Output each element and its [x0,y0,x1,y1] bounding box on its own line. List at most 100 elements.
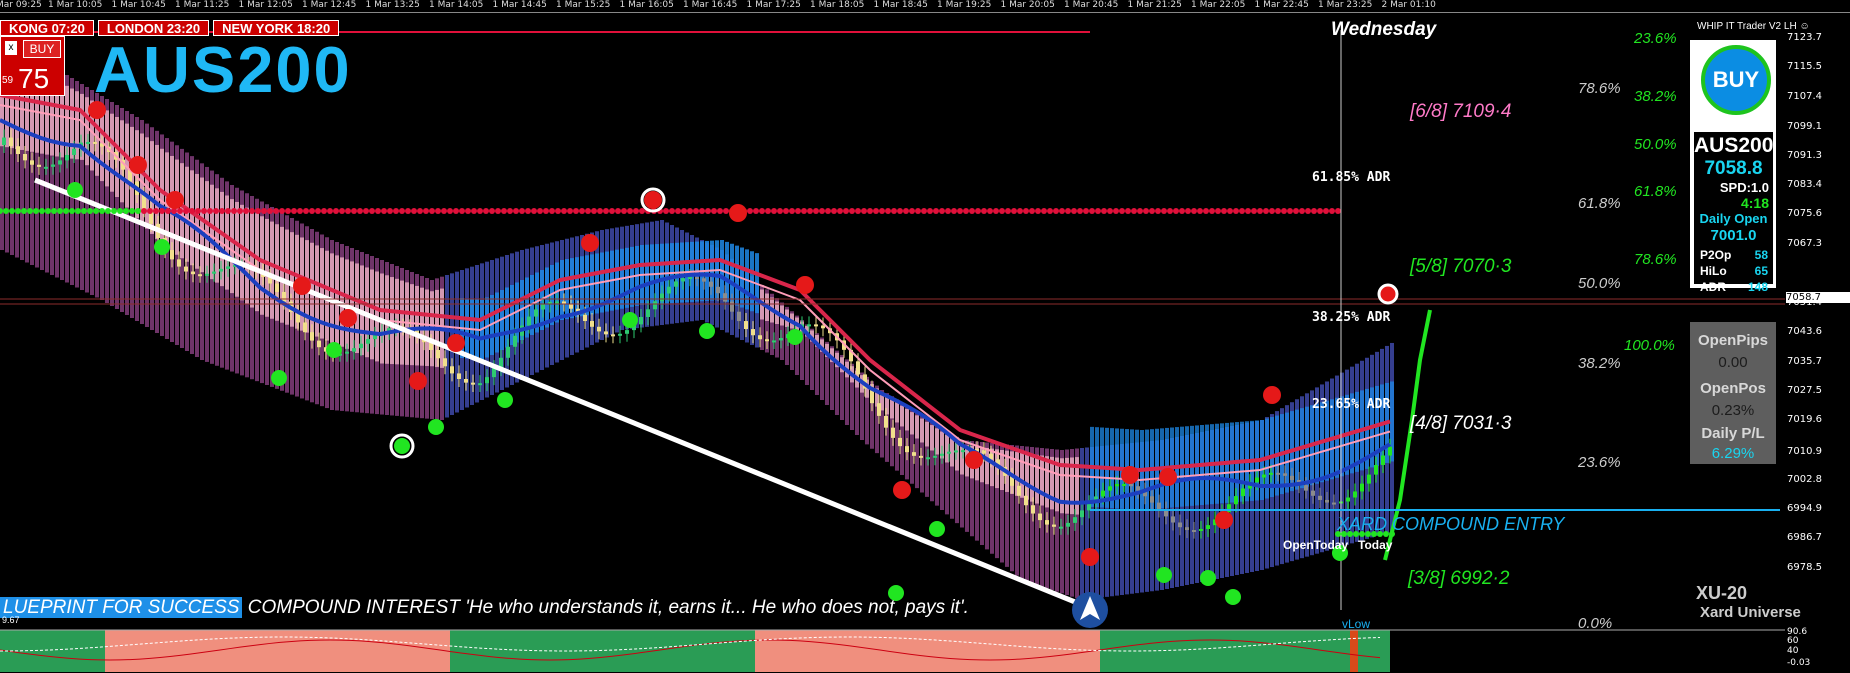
band-stripe [1040,455,1044,506]
resistance-dot [1317,208,1323,214]
buy-signal-dot [929,521,945,537]
resistance-dot [423,208,429,214]
resistance-dot [111,208,117,214]
candle-body [226,266,230,269]
candle-body [1269,472,1273,475]
resistance-dot [321,208,327,214]
resistance-dot [1161,208,1167,214]
buy-signal-dot [428,419,444,435]
candle-body [1374,465,1378,475]
resistance-dot [459,208,465,214]
time-tick: 1 Mar 22:45 [1254,0,1309,10]
candle-body [1017,485,1021,496]
sell-signal-dot [965,451,983,469]
candle-body [555,301,559,304]
resistance-dot [483,208,489,214]
resistance-dot [87,208,93,214]
band-stripe [910,412,914,435]
candle-body [1038,513,1042,521]
fib-right-50-0: 50.0% [1634,136,1677,153]
osc-tick: 40 [1787,646,1799,656]
candle-body [590,321,594,327]
time-tick: 1 Mar 10:05 [48,0,103,10]
resistance-dot [819,208,825,214]
daily-pl-value: 6.29% [1711,445,1755,462]
resistance-dot [291,208,297,214]
candle-body [534,309,538,317]
resistance-dot [195,208,201,214]
candle-body [1227,504,1231,513]
candle-body [751,329,755,336]
resistance-dot [831,208,837,214]
resistance-dot [609,208,615,214]
resistance-dot [3,208,9,214]
buy-signal-button[interactable]: BUY [1701,45,1771,115]
resistance-dot [177,208,183,214]
candle-body [1136,486,1140,491]
resistance-dot [585,208,591,214]
resistance-dot [51,208,57,214]
candle-body [450,366,454,374]
time-tick: 1 Mar 18:05 [810,0,865,10]
time-tick: Mar 09:25 [0,0,42,10]
buy-signal-dot [1225,589,1241,605]
candle-body [1325,499,1329,503]
resistance-dot [693,208,699,214]
resistance-dot [1173,208,1179,214]
murrey-level-6-8: [6/8] 7109·4 [1410,101,1512,122]
close-icon[interactable]: x [5,41,17,55]
candle-body [667,286,671,294]
fib-left-78-6: 78.6% [1578,80,1621,97]
candle-body [282,291,286,302]
resistance-dot [795,208,801,214]
resistance-dot [39,208,45,214]
oscillator-bear-zone [105,630,450,672]
candle-body [702,278,706,282]
candle-body [51,164,55,167]
quick-buy-button[interactable]: BUY [23,40,61,58]
resistance-dot [759,208,765,214]
resistance-dot [447,208,453,214]
resistance-dot [1155,208,1161,214]
resistance-dot [9,208,15,214]
candle-body [653,301,657,310]
band-stripe [1045,456,1049,508]
candle-body [646,309,650,317]
resistance-dot [765,208,771,214]
resistance-dot [399,208,405,214]
symbol-title: AUS200 [94,33,352,106]
resistance-dot [345,208,351,214]
resistance-dot [621,208,627,214]
candle-body [877,403,881,416]
motto-highlight: LUEPRINT FOR SUCCESS [0,597,243,618]
candle-body [513,335,517,347]
price-tick: 7067.3 [1787,238,1822,249]
resistance-dot [723,208,729,214]
resistance-dot [231,208,237,214]
resistance-dot [537,208,543,214]
buy-signal-dot [394,438,410,454]
sell-signal-dot [796,276,814,294]
price-tick: 7043.6 [1787,326,1822,337]
resistance-dot [807,208,813,214]
resistance-dot [1209,208,1215,214]
candle-body [184,266,188,272]
resistance-dot [207,208,213,214]
resistance-dot [1047,208,1053,214]
candle-body [961,450,965,453]
resistance-dot [1089,208,1095,214]
candle-body [471,382,475,385]
resistance-dot [975,208,981,214]
time-tick: 1 Mar 16:05 [619,0,674,10]
open-today-label: OpenToday [1283,538,1349,552]
resistance-dot [591,208,597,214]
band-stripe [935,428,939,455]
resistance-dot [1023,208,1029,214]
resistance-dot [1275,208,1281,214]
fib-left-61-8: 61.8% [1578,195,1621,212]
resistance-dot [489,208,495,214]
candle-body [1262,474,1266,478]
adr-label-38-25: 38.25% ADR [1312,310,1391,325]
resistance-dot [1299,208,1305,214]
price-tick: 6994.9 [1787,503,1822,514]
